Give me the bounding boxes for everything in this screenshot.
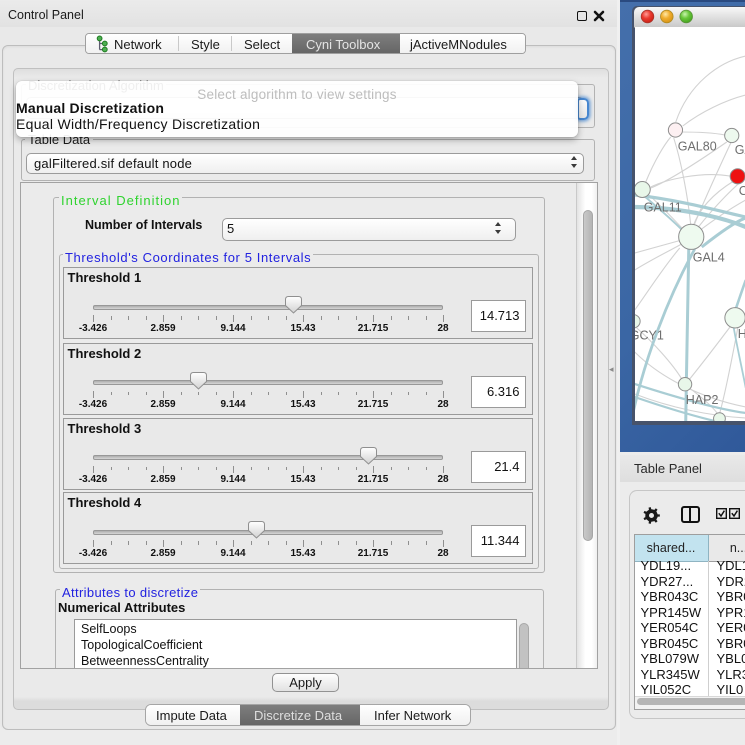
svg-text:GCY1: GCY1 bbox=[635, 329, 664, 343]
svg-text:GAL11: GAL11 bbox=[643, 201, 681, 215]
svg-text:GA: GA bbox=[734, 143, 745, 157]
svg-text:GAL80: GAL80 bbox=[677, 140, 716, 154]
svg-text:GAL4: GAL4 bbox=[692, 251, 724, 265]
svg-text:H: H bbox=[737, 327, 745, 341]
svg-text:HAP2: HAP2 bbox=[685, 393, 718, 407]
svg-text:C: C bbox=[738, 184, 745, 198]
